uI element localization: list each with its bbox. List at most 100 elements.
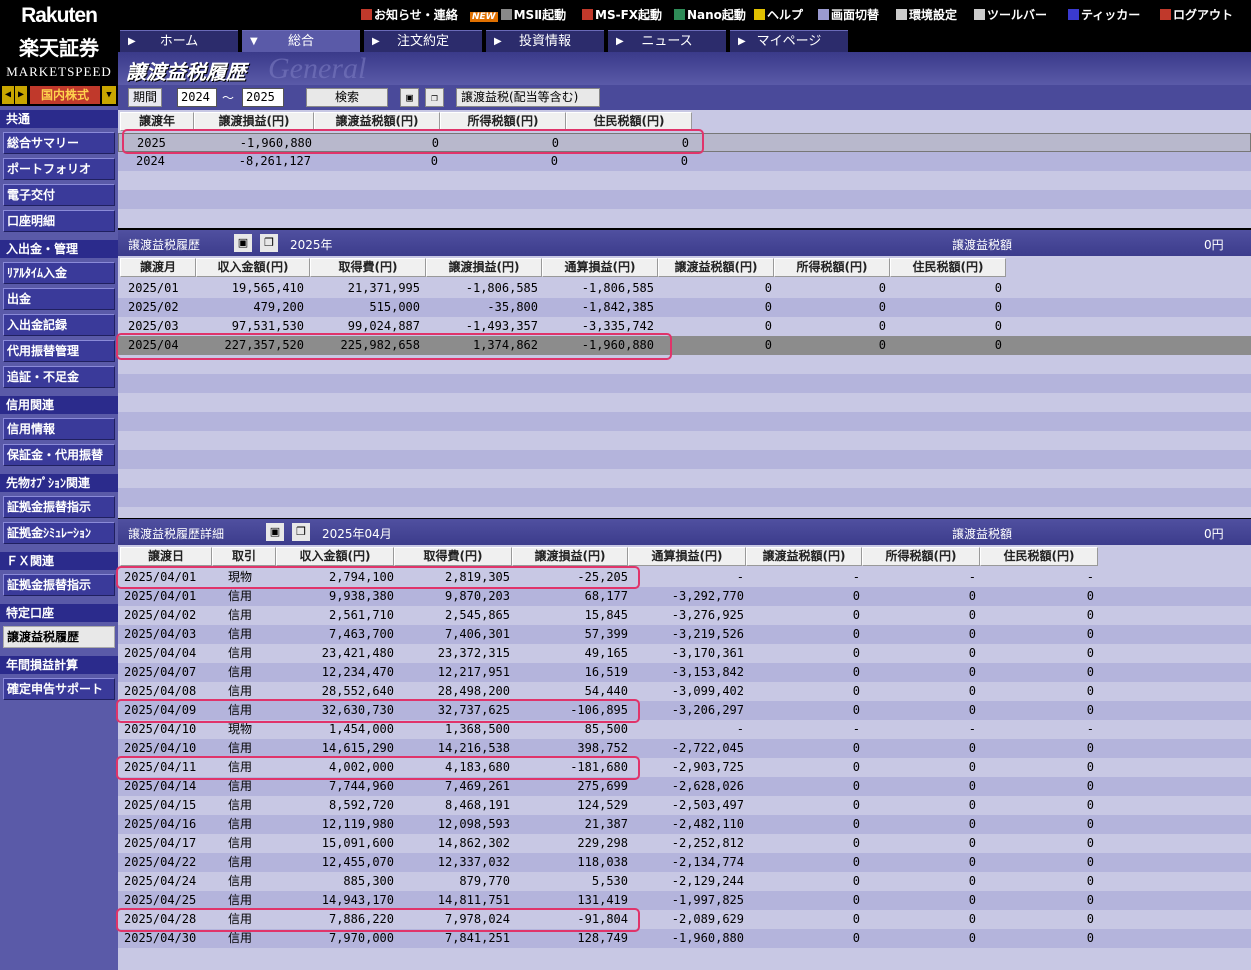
table-cell: -2,503,497 [671,798,744,812]
top-menu-item[interactable]: 画面切替 [818,6,879,23]
table-row[interactable] [118,948,1251,967]
sidebar-item[interactable]: 証拠金振替指示 [3,496,115,518]
prev-arrow-icon[interactable]: ◀ [2,86,14,104]
column-header[interactable]: 取得費(円) [310,258,426,277]
table-cell: 21,371,995 [347,281,420,295]
column-header[interactable]: 通算損益(円) [542,258,658,277]
sidebar-item[interactable]: 保証金・代用振替 [3,444,115,466]
table-cell: 信用 [228,627,253,641]
column-header[interactable]: 譲渡日 [120,547,212,566]
table-cell: 0 [852,855,860,869]
column-header[interactable]: 譲渡益税額(円) [746,547,862,566]
copy-icon[interactable]: ❐ [292,523,310,541]
table-cell: 2,545,865 [444,608,510,622]
table-row[interactable]: 2025/04/02 信用 2,561,710 2,545,865 15,845 -3,2… [118,606,1251,625]
table-row[interactable]: 2025/04/24 信用 885,300 879,770 5,530 -2,129,24… [118,872,1251,891]
column-header[interactable]: 譲渡月 [120,258,196,277]
top-menu-item[interactable]: 環境設定 [896,6,957,23]
table-row[interactable] [118,488,1251,507]
sidebar-item[interactable]: ﾘｱﾙﾀｲﾑ入金 [3,262,115,284]
top-menu-item[interactable]: MS-FX起動 [582,6,662,23]
column-header[interactable]: 収入金額(円) [276,547,394,566]
table-row[interactable] [118,431,1251,450]
table-row[interactable] [118,209,1251,228]
column-header[interactable]: 住民税額(円) [980,547,1098,566]
chevron-down-icon[interactable]: ▼ [102,86,116,104]
tab[interactable]: ▶ 投資情報 [486,30,604,52]
top-menu-item[interactable]: ティッカー [1068,6,1140,23]
sidebar-item[interactable]: ポートフォリオ [3,158,115,180]
next-arrow-icon[interactable]: ▶ [15,86,27,104]
column-header[interactable]: 取得費(円) [394,547,512,566]
table-row[interactable]: 2025/02 479,200 515,000 -35,800 -1,842,385 0 0… [118,298,1251,317]
table-row[interactable]: 2025/01 19,565,410 21,371,995 -1,806,585 -1,… [118,279,1251,298]
table-row[interactable]: 2025/04/16 信用 12,119,980 12,098,593 21,387 -2… [118,815,1251,834]
top-menu-item[interactable]: NEW MSⅡ起動 [470,6,566,23]
sidebar-item[interactable]: 代用振替管理 [3,340,115,362]
column-header[interactable]: 取引 [212,547,276,566]
sidebar-item[interactable]: 証拠金ｼﾐｭﾚｰｼｮﾝ [3,522,115,544]
period-to-input[interactable]: 2025 [242,88,284,107]
sidebar-item[interactable]: 証拠金振替指示 [3,574,115,596]
tab[interactable]: ▼ 総合 [242,30,360,52]
table-cell: 879,770 [459,874,510,888]
column-header[interactable]: 譲渡益税額(円) [658,258,774,277]
logout-icon [1160,9,1171,20]
table-row[interactable]: 2025/04/17 信用 15,091,600 14,862,302 229,298 -… [118,834,1251,853]
market-select[interactable]: 国内株式 [30,86,100,104]
tab[interactable]: ▶ ホーム [120,30,238,52]
tab[interactable]: ▶ マイページ [730,30,848,52]
search-button[interactable]: 検索 [306,88,388,107]
column-header[interactable]: 譲渡損益(円) [426,258,542,277]
period-from-input[interactable]: 2024 [177,88,217,107]
table-row[interactable]: 2025/04/22 信用 12,455,070 12,337,032 118,038 -… [118,853,1251,872]
table-row[interactable]: 2024 -8,261,127 0 0 0 [118,152,1251,171]
sidebar-item[interactable]: 口座明細 [3,210,115,232]
table-row[interactable] [118,412,1251,431]
sidebar-item[interactable]: 入出金記録 [3,314,115,336]
sidebar-item[interactable]: 出金 [3,288,115,310]
column-header[interactable]: 所得税額(円) [774,258,890,277]
table-row[interactable] [118,374,1251,393]
sidebar-item[interactable]: 追証・不足金 [3,366,115,388]
top-menu-item[interactable]: ログアウト [1160,6,1233,23]
sidebar-item[interactable]: 譲渡益税履歴 [3,626,115,648]
copy-icon[interactable]: ❐ [425,88,444,107]
detail-tax-label: 譲渡益税額 [952,527,1013,541]
table-row[interactable] [118,171,1251,190]
column-header[interactable]: 通算損益(円) [628,547,746,566]
table-row[interactable] [118,469,1251,488]
tax-type-select[interactable]: 譲渡益税(配当等含む) [456,88,600,107]
tab[interactable]: ▶ ニュース [608,30,726,52]
table-cell: -8,261,127 [238,154,311,168]
sidebar-item[interactable]: 信用情報 [3,418,115,440]
save-icon[interactable]: ▣ [400,88,419,107]
sidebar-item[interactable]: 電子交付 [3,184,115,206]
table-row[interactable] [118,450,1251,469]
table-row[interactable]: 2025/04/07 信用 12,234,470 12,217,951 16,519 -3… [118,663,1251,682]
column-header[interactable]: 譲渡損益(円) [512,547,628,566]
table-row[interactable] [118,393,1251,412]
top-menu-label: ログアウト [1173,8,1234,22]
column-header[interactable]: 収入金額(円) [196,258,310,277]
table-row[interactable]: 2025/04/15 信用 8,592,720 8,468,191 124,529 -2,… [118,796,1251,815]
top-menu-item[interactable]: Nano起動 [674,6,746,23]
save-icon[interactable]: ▣ [234,234,252,252]
top-menu-item[interactable]: ツールバー [974,6,1047,23]
sidebar-item[interactable]: 総合サマリー [3,132,115,154]
sidebar-item[interactable]: 確定申告サポート [3,678,115,700]
table-cell: 0 [852,779,860,793]
table-row[interactable]: 2025/04/04 信用 23,421,480 23,372,315 49,165 -3… [118,644,1251,663]
top-menu-item[interactable]: お知らせ・連絡 [361,6,458,23]
top-menu-item[interactable]: ヘルプ [754,6,803,23]
market-bar: ◀ ▶ 国内株式 ▼ [0,84,118,106]
table-row[interactable] [118,190,1251,209]
table-row[interactable]: 2025/04/03 信用 7,463,700 7,406,301 57,399 -3,2… [118,625,1251,644]
copy-icon[interactable]: ❐ [260,234,278,252]
column-header[interactable]: 住民税額(円) [890,258,1006,277]
save-icon[interactable]: ▣ [266,523,284,541]
table-row[interactable]: 2025/04/01 信用 9,938,380 9,870,203 68,177 -3,2… [118,587,1251,606]
brand-name-en: Rakuten [21,4,98,27]
column-header[interactable]: 所得税額(円) [862,547,980,566]
tab[interactable]: ▶ 注文約定 [364,30,482,52]
